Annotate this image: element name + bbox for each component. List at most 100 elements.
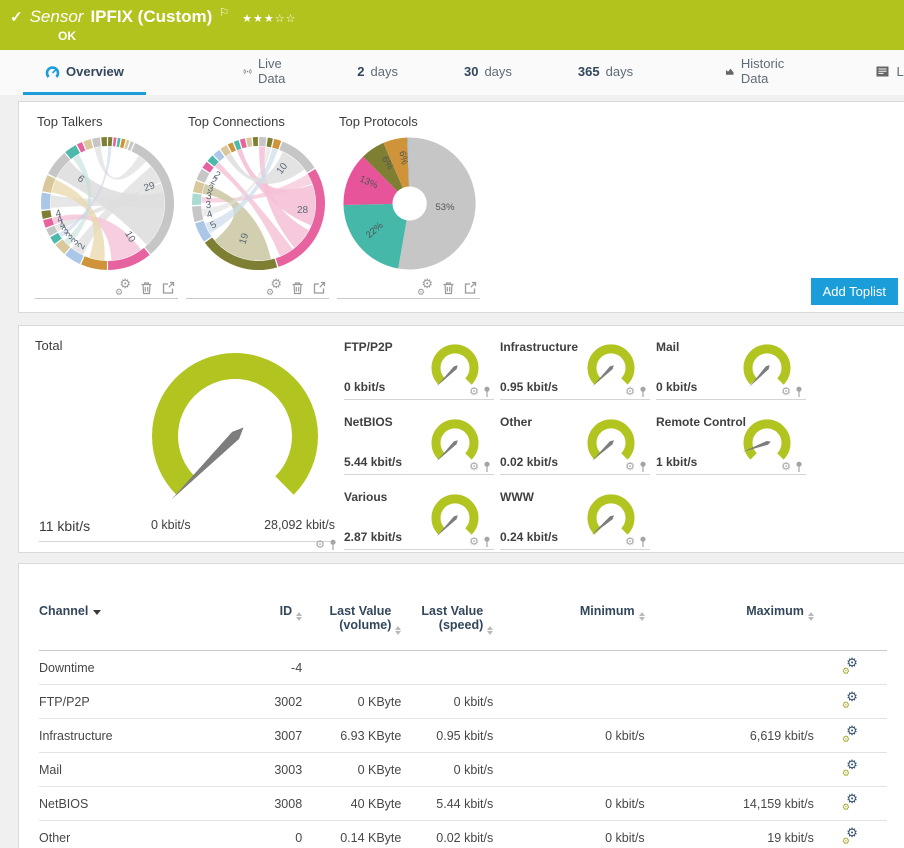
column-header-last-value-speed[interactable]: Last Value (speed) <box>401 600 494 651</box>
channel-id: -4 <box>291 661 303 675</box>
gauge-channel-value: 0.95 kbit/s <box>500 380 559 394</box>
gauge-pin-icon[interactable] <box>794 386 804 398</box>
tab-log[interactable]: Log <box>863 50 904 95</box>
channel-settings-icon[interactable]: ⚙ ⚙ <box>842 724 858 744</box>
table-row-other: Other 0 0.14 KByte 0.02 kbit/s 0 kbit/s 19 kb… <box>39 820 887 848</box>
tab-overview[interactable]: Overview <box>23 50 146 95</box>
last-value-volume: 0 KByte <box>302 684 402 719</box>
tab-bar: Overview Live Data 2 days 30 days 365 days Histo… <box>0 50 904 95</box>
toplist-open-icon[interactable] <box>464 281 477 294</box>
gauge-settings-icon[interactable]: ⚙ <box>781 386 791 398</box>
gauge-settings-icon[interactable]: ⚙ <box>625 461 635 473</box>
last-value-volume: 0.14 KByte <box>302 820 402 848</box>
gauge-remote-control: Remote Control 1 kbit/s ⚙ <box>656 413 806 475</box>
toplist-top-protocols: Top Protocols 53% 22% 13% 6% 6% ⚙ ⚙ <box>337 112 480 299</box>
column-header-maximum[interactable]: Maximum <box>644 600 814 651</box>
toplist-open-icon[interactable] <box>313 281 326 294</box>
top-protocols-chart[interactable]: 53% 22% 13% 6% 6% <box>337 131 480 281</box>
top-talkers-chart[interactable]: 29 10 6 2 3 3 3 4 4 4 <box>35 131 178 281</box>
channel-name: Mail <box>39 752 240 787</box>
sensor-type-label: Sensor <box>29 7 84 26</box>
gauge-channel-value: 2.87 kbit/s <box>344 530 403 544</box>
channel-gauge-grid: FTP/P2P 0 kbit/s ⚙ Infrastructure 0.95 kbit/… <box>344 338 806 552</box>
minimum <box>493 651 644 685</box>
gauge-pin-icon[interactable] <box>638 461 648 473</box>
toplist-delete-icon[interactable] <box>291 281 304 295</box>
column-header-id[interactable]: ID <box>239 600 303 651</box>
last-value-speed <box>401 651 493 685</box>
channel-table: Channel ID Last Value (volume) Last Value (… <box>39 600 887 848</box>
gauge-other: Other 0.02 kbit/s ⚙ <box>500 413 650 475</box>
sort-arrows-icon <box>638 612 645 621</box>
flag-icon[interactable]: ⚐ <box>219 6 229 19</box>
minimum: 0 kbit/s <box>493 786 645 821</box>
column-header-last-value-volume[interactable]: Last Value (volume) <box>302 600 402 651</box>
total-gauge-chart <box>147 352 327 517</box>
channel-settings-icon[interactable]: ⚙ ⚙ <box>842 758 858 778</box>
last-value-volume: 40 KByte <box>302 786 402 821</box>
gauge-pin-icon[interactable] <box>638 536 648 548</box>
tab-365-days[interactable]: 365 days <box>566 50 645 95</box>
gauge-settings-icon[interactable]: ⚙ <box>469 536 479 548</box>
gauge-ftp-p2p: FTP/P2P 0 kbit/s ⚙ <box>344 338 494 400</box>
gauge-mail: Mail 0 kbit/s ⚙ <box>656 338 806 400</box>
svg-text:53%: 53% <box>435 202 455 213</box>
table-row-netbios: NetBIOS 3008 40 KByte 5.44 kbit/s 0 kbit/s 14… <box>39 786 887 821</box>
channel-name: Infrastructure <box>39 718 240 753</box>
gauge-pin-icon[interactable] <box>482 461 492 473</box>
add-toplist-button[interactable]: Add Toplist <box>810 278 898 305</box>
sensor-name: IPFIX (Custom) <box>90 7 213 26</box>
channel-settings-icon[interactable]: ⚙ ⚙ <box>842 792 858 812</box>
gauge-settings-icon[interactable]: ⚙ <box>469 461 479 473</box>
toplist-top-talkers: Top Talkers 29 10 6 2 3 3 3 4 4 4 ⚙ ⚙ <box>35 112 178 299</box>
sort-arrows-icon <box>807 612 814 621</box>
gauge-pin-icon[interactable] <box>794 461 804 473</box>
last-value-speed: 0.02 kbit/s <box>401 820 494 848</box>
gauge-pin-icon[interactable] <box>482 536 492 548</box>
maximum: 14,159 kbit/s <box>644 786 814 821</box>
column-header-channel[interactable]: Channel <box>39 600 240 651</box>
gauge-settings-icon[interactable]: ⚙ <box>315 539 325 551</box>
channel-id: 0 <box>239 820 303 848</box>
toplist-settings-icon[interactable]: ⚙ ⚙ <box>417 277 433 297</box>
channel-settings-icon[interactable]: ⚙ ⚙ <box>842 656 858 676</box>
gauge-pin-icon[interactable] <box>328 539 338 551</box>
channel-settings-icon[interactable]: ⚙ ⚙ <box>842 826 858 846</box>
table-row-downtime: Downtime -4 ⚙ ⚙ <box>39 651 887 685</box>
gauge-settings-icon[interactable]: ⚙ <box>781 461 791 473</box>
toplist-settings-icon[interactable]: ⚙ ⚙ <box>266 277 282 297</box>
gauge-icon <box>45 65 60 78</box>
tab-30-days[interactable]: 30 days <box>452 50 524 95</box>
chart-icon <box>726 68 734 75</box>
gauge-channel-value: 0 kbit/s <box>656 380 698 394</box>
channel-settings-icon[interactable]: ⚙ ⚙ <box>842 690 858 710</box>
tab-historic-data[interactable]: Historic Data <box>713 50 801 95</box>
tab-live-data[interactable]: Live Data <box>231 50 303 95</box>
total-gauge-value: 11 kbit/s <box>39 518 91 534</box>
toplist-settings-icon[interactable]: ⚙ ⚙ <box>115 277 131 297</box>
minimum: 0 kbit/s <box>493 718 645 753</box>
top-connections-chart[interactable]: 10 28 19 5 4 3 3 3 2 2 <box>186 131 329 281</box>
channel-name: Other <box>39 820 240 848</box>
gauge-settings-icon[interactable]: ⚙ <box>625 386 635 398</box>
toplist-open-icon[interactable] <box>162 281 175 294</box>
gauge-channel-value: 5.44 kbit/s <box>344 455 403 469</box>
row-actions: ⚙ ⚙ <box>813 820 887 848</box>
gauge-pin-icon[interactable] <box>482 386 492 398</box>
table-row-infrastructure: Infrastructure 3007 6.93 KByte 0.95 kbit/s 0… <box>39 718 887 753</box>
priority-stars[interactable]: ★★★☆☆ <box>242 12 296 25</box>
gauge-channel-value: 0.24 kbit/s <box>500 530 559 544</box>
toplist-delete-icon[interactable] <box>140 281 153 295</box>
gauge-pin-icon[interactable] <box>638 386 648 398</box>
gauge-settings-icon[interactable]: ⚙ <box>469 386 479 398</box>
last-value-speed: 0 kbit/s <box>401 752 494 787</box>
maximum: 19 kbit/s <box>644 820 814 848</box>
channel-id: 3002 <box>239 684 303 719</box>
column-header-minimum[interactable]: Minimum <box>493 600 645 651</box>
live-icon <box>243 68 252 74</box>
gauge-netbios: NetBIOS 5.44 kbit/s ⚙ <box>344 413 494 475</box>
toplist-delete-icon[interactable] <box>442 281 455 295</box>
tab-2-days[interactable]: 2 days <box>345 50 410 95</box>
sort-desc-icon <box>93 610 102 615</box>
gauge-settings-icon[interactable]: ⚙ <box>625 536 635 548</box>
